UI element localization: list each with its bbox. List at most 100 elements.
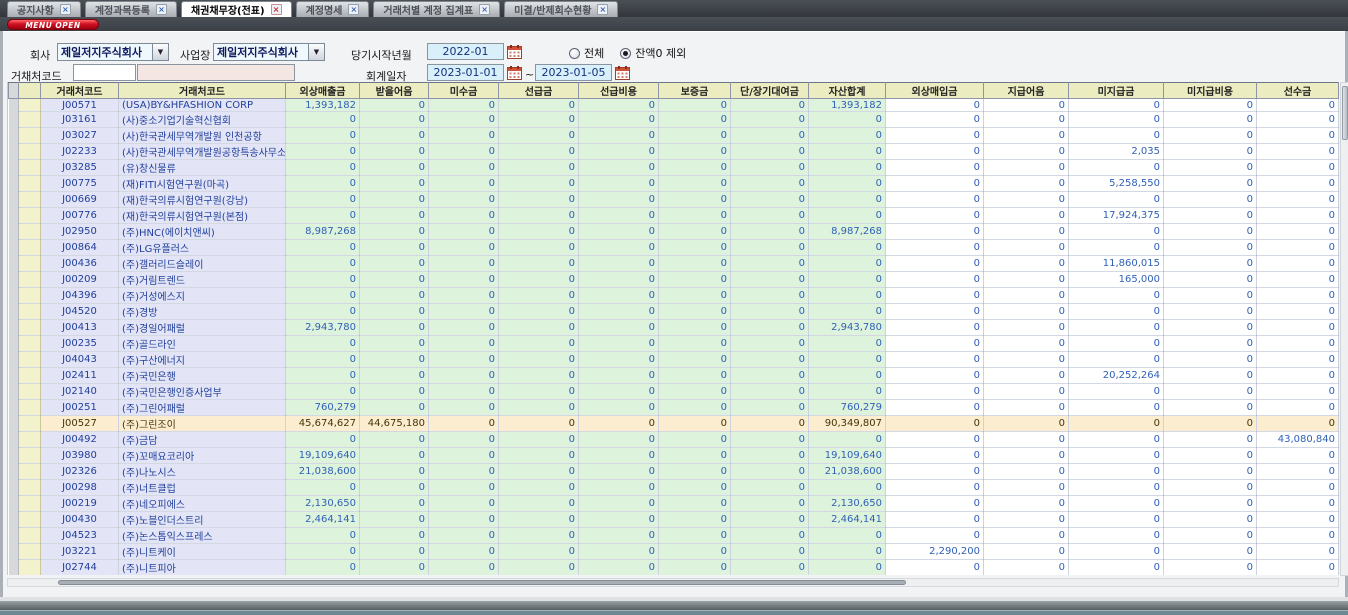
table-row[interactable]: J00251(주)그린어패럴760,279000000760,27900000 — [9, 400, 1339, 416]
table-row[interactable]: J04520(주)경방0000000000000 — [9, 304, 1339, 320]
menu-open-button[interactable]: MENU OPEN — [7, 19, 99, 30]
amount-cell: 0 — [1257, 208, 1339, 224]
table-row[interactable]: J03027(사)한국관세무역개발원 인천공항0000000000000 — [9, 128, 1339, 144]
tab-close-icon[interactable]: × — [60, 4, 71, 15]
tab-close-icon[interactable]: × — [156, 4, 167, 15]
period-start-input[interactable]: 2022-01 — [427, 43, 504, 60]
calendar-icon[interactable] — [507, 44, 523, 59]
table-row[interactable]: J00864(주)LG유플러스0000000000000 — [9, 240, 1339, 256]
amount-cell: 0 — [731, 368, 809, 384]
row-selector-cell — [9, 176, 19, 192]
amount-cell: 0 — [429, 272, 499, 288]
amount-cell: 0 — [659, 480, 731, 496]
col-header-9[interactable]: 단/장기대여금 — [731, 83, 809, 99]
table-row[interactable]: J02950(주)HNC(에이치앤씨)8,987,2680000008,987,… — [9, 224, 1339, 240]
col-header-14[interactable]: 미지급비용 — [1164, 83, 1257, 99]
radio-exclude-zero[interactable] — [620, 48, 631, 59]
table-row[interactable]: J00298(주)너트클럽0000000000000 — [9, 480, 1339, 496]
table-row[interactable]: J00776(재)한국의류시험연구원(본점)000000000017,924,3… — [9, 208, 1339, 224]
col-header-8[interactable]: 보증금 — [659, 83, 731, 99]
tab-close-icon[interactable]: × — [348, 4, 359, 15]
amount-cell: 0 — [360, 544, 429, 560]
col-header-10[interactable]: 자산합계 — [809, 83, 886, 99]
tab-close-icon[interactable]: × — [479, 4, 490, 15]
vendor-name-input[interactable] — [137, 64, 295, 81]
col-header-11[interactable]: 외상매입금 — [886, 83, 984, 99]
table-row[interactable]: J03221(주)니트케이000000002,290,2000000 — [9, 544, 1339, 560]
amount-cell: 0 — [731, 496, 809, 512]
table-row[interactable]: J02326(주)나노시스21,038,60000000021,038,6000… — [9, 464, 1339, 480]
row-marker-cell — [19, 384, 41, 400]
table-row[interactable]: J00669(재)한국의류시험연구원(강남)0000000000000 — [9, 192, 1339, 208]
tab-close-icon[interactable]: × — [271, 4, 282, 15]
col-header-13[interactable]: 미지급금 — [1069, 83, 1164, 99]
chevron-down-icon[interactable]: ▼ — [308, 44, 324, 60]
horizontal-scrollbar[interactable] — [7, 578, 1339, 587]
table-row[interactable]: J02233(사)한국관세무역개발원공항특송사무소00000000002,035… — [9, 144, 1339, 160]
table-row[interactable]: J04523(주)논스톱익스프레스0000000000000 — [9, 528, 1339, 544]
table-row[interactable]: J02411(주)국민은행000000000020,252,26400 — [9, 368, 1339, 384]
vertical-scrollbar[interactable] — [1340, 82, 1348, 576]
tab-2[interactable]: 계정과목등록× — [85, 1, 177, 17]
amount-cell: 0 — [579, 400, 659, 416]
amount-cell: 0 — [579, 224, 659, 240]
col-header-7[interactable]: 선급비용 — [579, 83, 659, 99]
site-select[interactable]: 제일저지주식회사 ▼ — [213, 43, 325, 61]
tab-4[interactable]: 계정명세× — [296, 1, 370, 17]
table-row[interactable]: J00209(주)거림트렌드0000000000165,00000 — [9, 272, 1339, 288]
amount-cell: 2,943,780 — [809, 320, 886, 336]
table-row[interactable]: J04043(주)구산에너지0000000000000 — [9, 352, 1339, 368]
table-row[interactable]: J00527(주)그린조이45,674,62744,675,1800000090… — [9, 416, 1339, 432]
amount-cell: 0 — [360, 256, 429, 272]
tab-close-icon[interactable]: × — [597, 4, 608, 15]
amount-cell: 0 — [360, 128, 429, 144]
table-row[interactable]: J00430(주)노블인더스트리2,464,1410000002,464,141… — [9, 512, 1339, 528]
table-row[interactable]: J03161(사)중소기업기술혁신협회0000000000000 — [9, 112, 1339, 128]
row-selector-cell — [9, 528, 19, 544]
vendor-name-cell: (재)FITI시험연구원(마곡) — [119, 176, 286, 192]
fiscal-date-to-input[interactable]: 2023-01-05 — [535, 64, 612, 81]
amount-cell: 0 — [1069, 480, 1164, 496]
col-header-5[interactable]: 미수금 — [429, 83, 499, 99]
table-row[interactable]: J02744(주)니트피아0000000000000 — [9, 560, 1339, 575]
table-row[interactable]: J00219(주)네오피에스2,130,6500000002,130,65000… — [9, 496, 1339, 512]
amount-cell: 0 — [659, 240, 731, 256]
vertical-scrollbar-thumb[interactable] — [1342, 86, 1348, 140]
col-header-12[interactable]: 지급어음 — [984, 83, 1069, 99]
tab-5[interactable]: 거래처별 계정 집계표× — [373, 1, 500, 17]
col-header-2[interactable]: 거래처코드 — [119, 83, 286, 99]
tab-6[interactable]: 미결/반제회수현황× — [504, 1, 618, 17]
vendor-code-cell: J00776 — [41, 208, 119, 224]
radio-all[interactable] — [569, 48, 580, 59]
calendar-icon[interactable] — [615, 65, 631, 80]
amount-cell: 0 — [731, 192, 809, 208]
amount-cell: 0 — [809, 528, 886, 544]
col-header-6[interactable]: 선급금 — [499, 83, 579, 99]
chevron-down-icon[interactable]: ▼ — [152, 44, 168, 60]
tab-1[interactable]: 공지사항× — [7, 1, 81, 17]
table-row[interactable]: J00413(주)경일어패럴2,943,7800000002,943,78000… — [9, 320, 1339, 336]
calendar-icon[interactable] — [507, 65, 523, 80]
tab-3[interactable]: 채권채무장(전표)× — [181, 1, 292, 17]
amount-cell: 0 — [731, 208, 809, 224]
table-row[interactable]: J03285(유)창신물류0000000000000 — [9, 160, 1339, 176]
fiscal-date-from-input[interactable]: 2023-01-01 — [427, 64, 504, 81]
amount-cell: 0 — [360, 384, 429, 400]
amount-cell: 0 — [579, 560, 659, 575]
vendor-code-cell: J02233 — [41, 144, 119, 160]
col-header-4[interactable]: 받을어음 — [360, 83, 429, 99]
vendor-code-input[interactable] — [73, 64, 136, 81]
col-header-3[interactable]: 외상매출금 — [286, 83, 360, 99]
col-header-15[interactable]: 선수금 — [1257, 83, 1339, 99]
table-row[interactable]: J03980(주)꼬매요코리아19,109,64000000019,109,64… — [9, 448, 1339, 464]
table-row[interactable]: J00235(주)골드라인0000000000000 — [9, 336, 1339, 352]
table-row[interactable]: J00571(USA)BY&HFASHION CORP1,393,1820000… — [9, 99, 1339, 112]
table-row[interactable]: J00492(주)금담00000000000043,080,840 — [9, 432, 1339, 448]
company-select[interactable]: 제일저지주식회사 ▼ — [57, 43, 169, 61]
table-row[interactable]: J00775(재)FITI시험연구원(마곡)00000000005,258,55… — [9, 176, 1339, 192]
col-header-1[interactable]: 거래처코드 — [41, 83, 119, 99]
horizontal-scrollbar-thumb[interactable] — [58, 580, 906, 585]
table-row[interactable]: J04396(주)거성에스지0000000000000 — [9, 288, 1339, 304]
table-row[interactable]: J02140(주)국민은행인증사업부0000000000000 — [9, 384, 1339, 400]
table-row[interactable]: J00436(주)갤러리드슬레이000000000011,860,01500 — [9, 256, 1339, 272]
